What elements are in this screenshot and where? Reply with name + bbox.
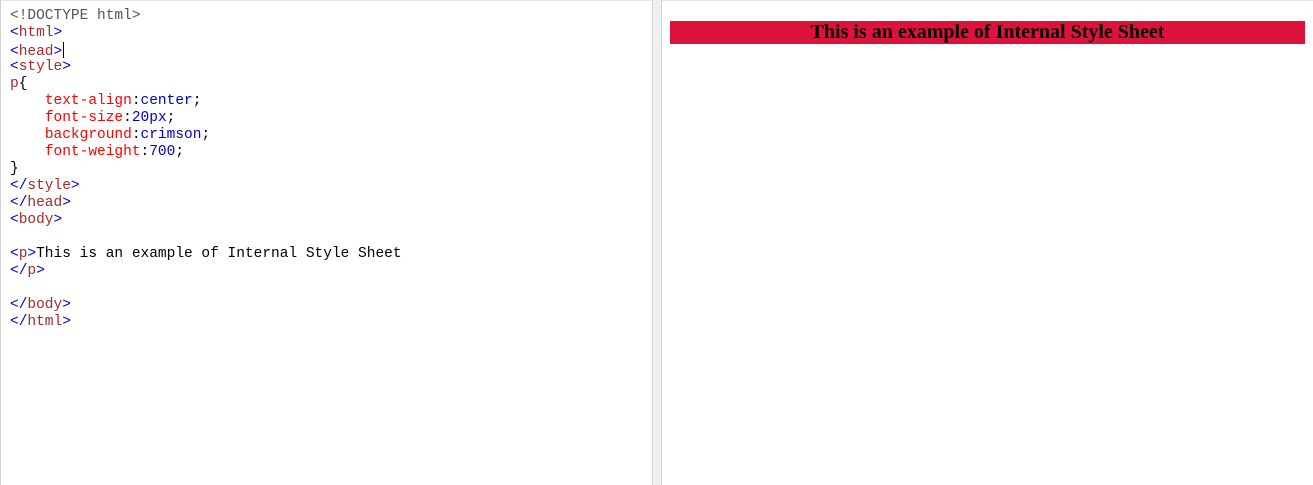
code-line[interactable]: p{	[10, 76, 402, 93]
bracket-token: >	[53, 44, 63, 60]
code-line[interactable]: <body>	[10, 212, 402, 229]
bracket-token: </	[10, 314, 28, 330]
tag-name-token: body	[27, 297, 63, 313]
tag-name-token: html	[18, 25, 54, 41]
code-line[interactable]	[10, 229, 402, 246]
preview-paragraph: This is an example of Internal Style She…	[670, 21, 1305, 44]
bracket-token: >	[62, 314, 71, 330]
css-property-token: background	[44, 127, 132, 143]
bracket-token: <	[10, 246, 19, 262]
punctuation-token: ;	[166, 110, 176, 126]
code-line[interactable]: <head>	[10, 42, 402, 60]
bracket-token: <	[10, 25, 19, 41]
code-line[interactable]	[10, 280, 402, 297]
bracket-token: >	[62, 297, 71, 313]
bracket-token: <	[10, 44, 19, 60]
bracket-token: >	[62, 59, 71, 75]
tag-name-token: style	[27, 178, 71, 194]
code-line[interactable]: <style>	[10, 59, 402, 76]
bracket-token: >	[27, 246, 37, 262]
code-line[interactable]: text-align:center;	[10, 93, 402, 110]
css-value-token: crimson	[140, 127, 202, 143]
bracket-token: </	[10, 297, 28, 313]
code-line[interactable]: </style>	[10, 178, 402, 195]
tag-name-token: body	[18, 212, 54, 228]
punctuation-token: :	[140, 144, 150, 160]
code-line[interactable]: background:crimson;	[10, 127, 402, 144]
try-it-workspace: <!DOCTYPE html> <html> <head> <style> p{ tex…	[0, 0, 1313, 485]
css-value-token: center	[140, 93, 193, 109]
code-line[interactable]: }	[10, 161, 402, 178]
punctuation-token: :	[123, 110, 132, 126]
code-line[interactable]: </html>	[10, 314, 402, 331]
pane-resize-handle[interactable]	[652, 0, 662, 485]
code-line[interactable]: </head>	[10, 195, 402, 212]
punctuation-token: :	[131, 127, 141, 143]
css-property-token: text-align	[44, 93, 132, 109]
bracket-token: <	[10, 212, 19, 228]
code-line[interactable]: font-size:20px;	[10, 110, 402, 127]
punctuation-token: :	[131, 93, 141, 109]
punctuation-token: ;	[175, 144, 185, 160]
code-editor-content[interactable]: <!DOCTYPE html> <html> <head> <style> p{ tex…	[10, 8, 402, 331]
tag-name-token: head	[18, 44, 54, 60]
bracket-token: </	[10, 178, 28, 194]
bracket-token: </	[10, 195, 28, 211]
bracket-token: </	[10, 263, 28, 279]
css-value-token: 700	[149, 144, 176, 160]
bracket-token: >	[53, 212, 63, 228]
bracket-token: >	[70, 178, 80, 194]
code-line[interactable]: </body>	[10, 297, 402, 314]
text-token: This is an example of Internal Style She…	[36, 246, 402, 262]
code-line[interactable]: <p>This is an example of Internal Style …	[10, 246, 402, 263]
punctuation-token: }	[10, 161, 19, 177]
code-line[interactable]: </p>	[10, 263, 402, 280]
tag-name-token: head	[27, 195, 63, 211]
tag-name-token: p	[27, 263, 37, 279]
css-value-token: 20px	[131, 110, 167, 126]
result-preview: This is an example of Internal Style She…	[662, 0, 1313, 485]
css-property-token: font-size	[44, 110, 124, 126]
code-editor[interactable]: <!DOCTYPE html> <html> <head> <style> p{ tex…	[0, 0, 652, 485]
bracket-token: >	[53, 25, 63, 41]
bracket-token: >	[62, 195, 71, 211]
code-line[interactable]: <!DOCTYPE html>	[10, 8, 402, 25]
bracket-token: >	[36, 263, 45, 279]
doctype-token: <!DOCTYPE html>	[10, 8, 141, 24]
selector-token: p	[10, 76, 19, 92]
code-line[interactable]: <html>	[10, 25, 402, 42]
css-property-token: font-weight	[44, 144, 141, 160]
tag-name-token: style	[18, 59, 63, 75]
code-line[interactable]: font-weight:700;	[10, 144, 402, 161]
text-cursor	[63, 42, 65, 58]
punctuation-token: {	[18, 76, 28, 92]
punctuation-token: ;	[192, 93, 202, 109]
bracket-token: <	[10, 59, 19, 75]
punctuation-token: ;	[201, 127, 211, 143]
tag-name-token: html	[27, 314, 63, 330]
